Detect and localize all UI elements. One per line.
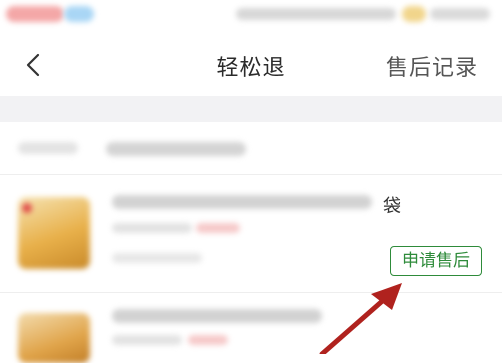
product-name-fragment: 袋 (383, 196, 401, 217)
list-item (0, 293, 502, 363)
product-price-tag (196, 223, 240, 233)
section-gap (0, 96, 502, 122)
after-sale-record-link[interactable]: 售后记录 (386, 50, 478, 82)
status-right (430, 8, 490, 20)
shop-name (106, 142, 246, 156)
shop-header (0, 122, 502, 175)
product-extra (112, 253, 202, 263)
status-pill-red (6, 6, 64, 22)
product-name (112, 195, 372, 209)
status-bar (0, 0, 502, 30)
status-pill-blue (64, 6, 94, 22)
apply-after-sale-button[interactable]: 申请售后 (390, 246, 482, 276)
navigation-bar: 轻松退 售后记录 (0, 34, 502, 96)
product-spec (112, 335, 182, 345)
product-price-tag (188, 335, 228, 345)
status-icons (236, 8, 396, 20)
product-thumbnail (18, 313, 90, 363)
product-spec (112, 223, 192, 233)
product-name (112, 309, 322, 323)
shop-icon (18, 142, 78, 154)
product-thumbnail (18, 197, 90, 269)
status-battery (402, 6, 426, 22)
